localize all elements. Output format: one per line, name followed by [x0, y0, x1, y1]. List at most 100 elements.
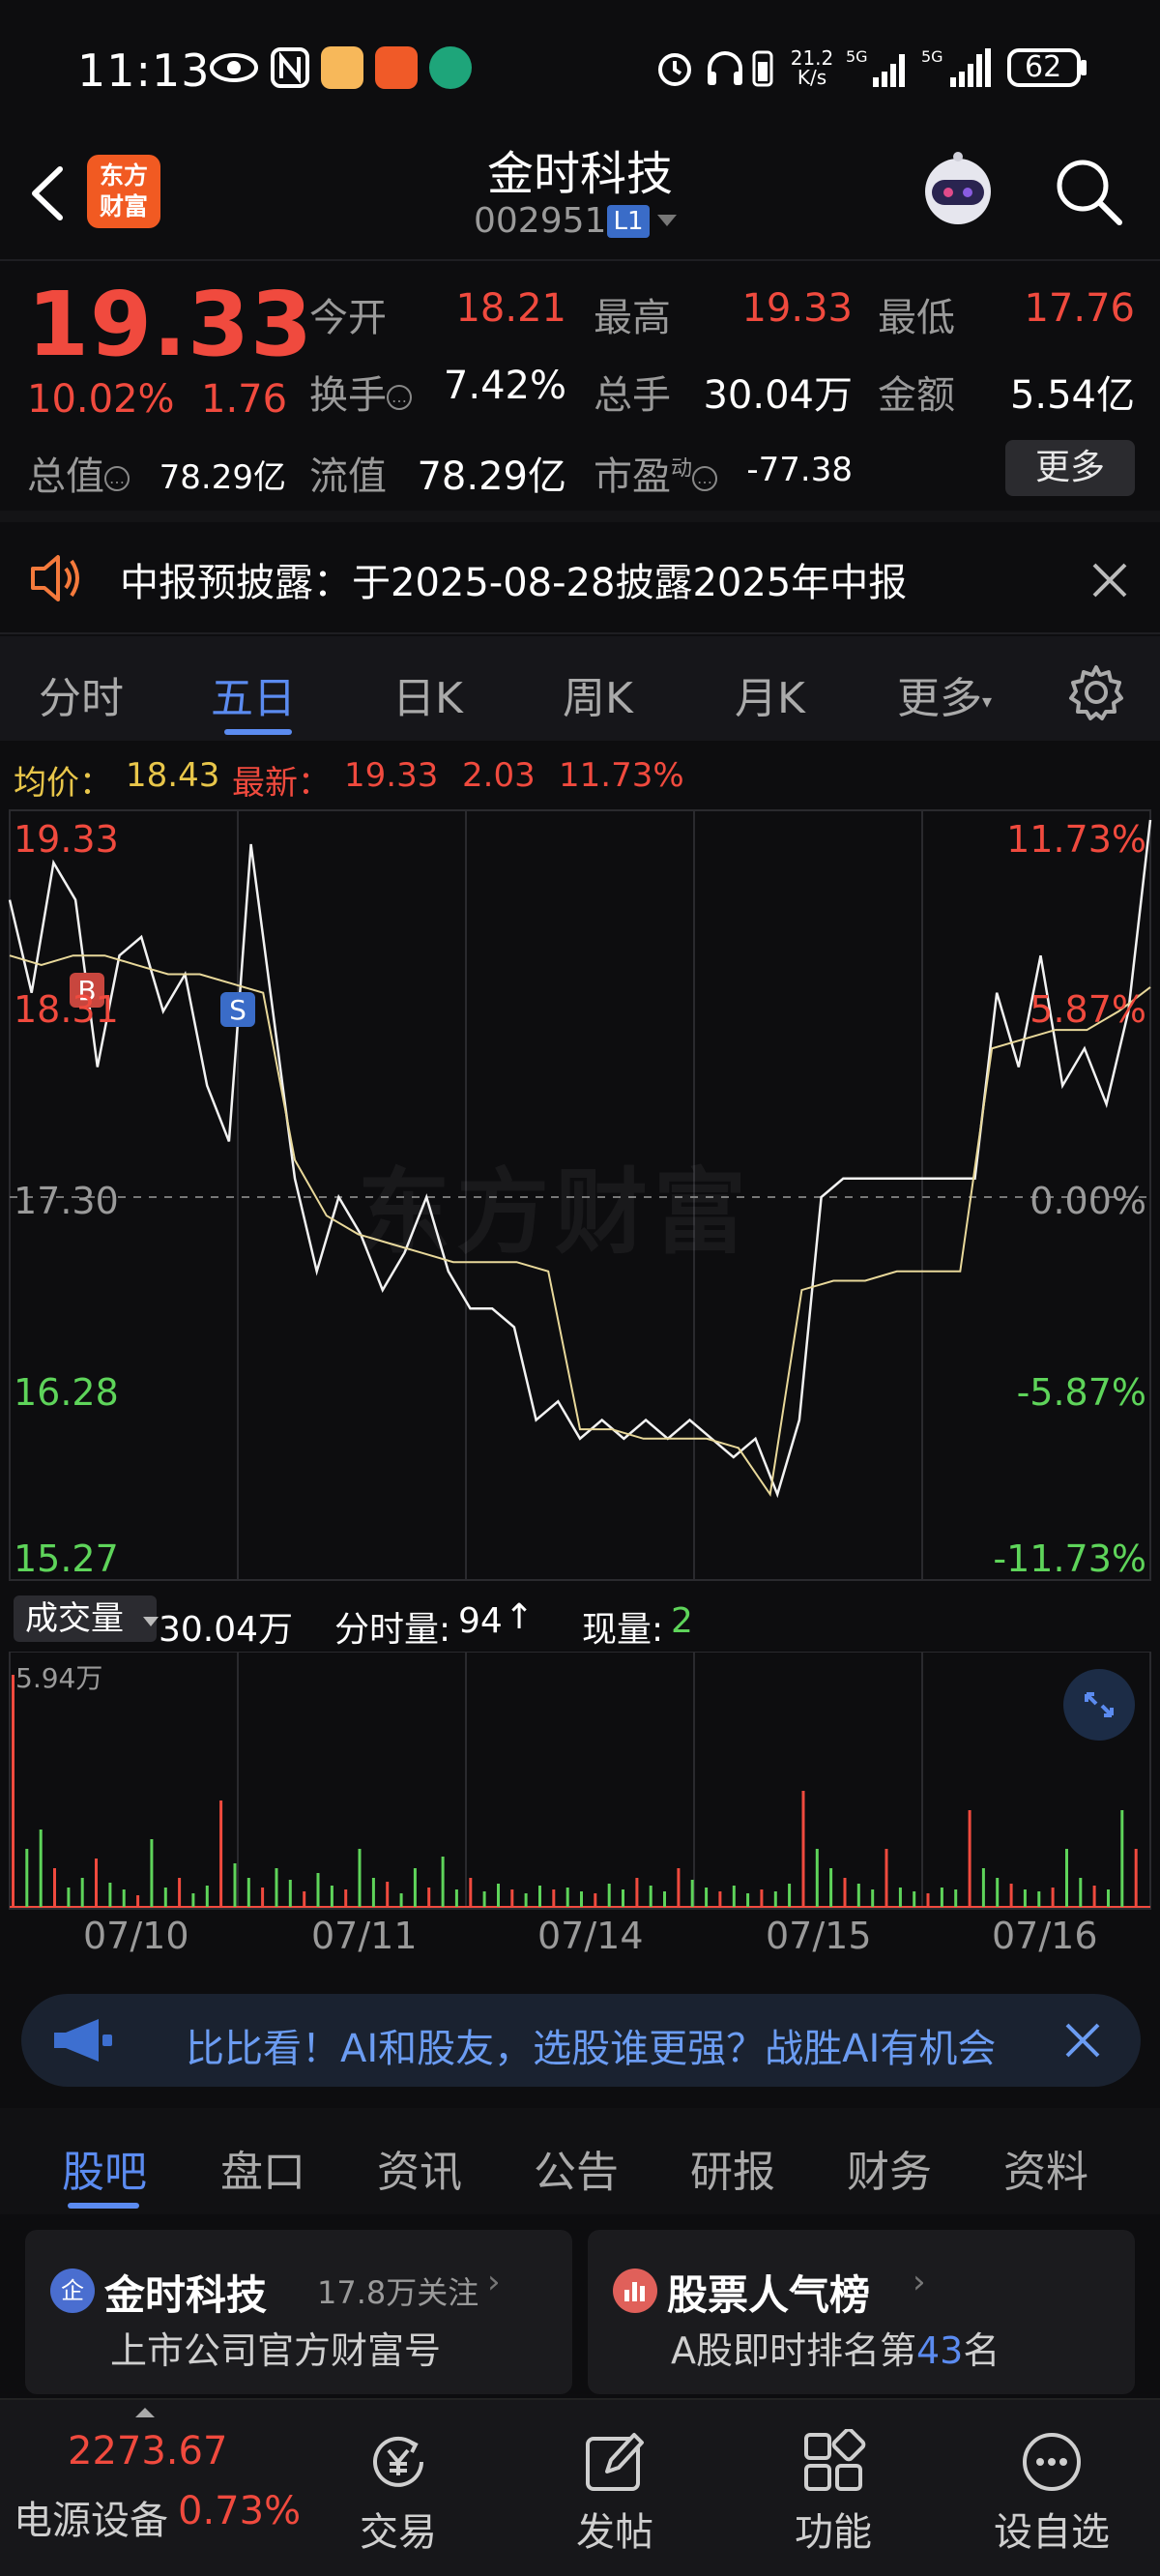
y-left-tick: 18.31	[14, 988, 119, 1031]
close-icon[interactable]	[1088, 559, 1131, 601]
pe-value: -77.38	[746, 451, 853, 489]
volume-bar	[594, 1893, 597, 1907]
ai-robot-icon[interactable]	[914, 149, 1001, 236]
volume-frame	[9, 1651, 1151, 1910]
app-icon-1	[321, 46, 363, 89]
volume-bar	[441, 1857, 445, 1907]
expand-icon[interactable]	[1063, 1669, 1135, 1741]
yuan-exchange-icon	[365, 2429, 431, 2495]
rank-number: 43	[916, 2329, 964, 2372]
volume-bar	[760, 1889, 764, 1907]
gear-icon[interactable]	[1067, 663, 1125, 721]
ad-banner[interactable]: 比比看！AI和股友，选股谁更强？战胜AI有机会	[21, 1994, 1141, 2087]
notice-bar[interactable]: 中报预披露：于2025-08-28披露2025年中报	[0, 522, 1160, 634]
tab-monthly-k[interactable]: 月K	[735, 663, 805, 725]
volume-bar	[690, 1880, 694, 1907]
battery-level: 62	[1025, 50, 1062, 84]
date-label: 07/16	[992, 1915, 1098, 1957]
card-title: 股票人气榜	[667, 2271, 871, 2319]
company-account-card[interactable]: 企 金时科技 17.8万关注 › 上市公司官方财富号	[25, 2230, 572, 2394]
mktcap-label-text: 总值	[27, 454, 104, 499]
nav-functions[interactable]: 功能	[737, 2400, 930, 2576]
tab-weekly-k[interactable]: 周K	[563, 663, 633, 725]
volume-bar	[108, 1883, 112, 1907]
nav-trade[interactable]: 交易	[302, 2400, 495, 2576]
tab-research[interactable]: 研报	[690, 2137, 775, 2199]
nav-add-watchlist[interactable]: 设自选	[955, 2400, 1148, 2576]
info-icon[interactable]: …	[104, 466, 130, 491]
volume-bar	[191, 1893, 195, 1907]
sector-index[interactable]: 2273.67 电源设备 0.73%	[0, 2400, 301, 2576]
volume-bar	[677, 1868, 681, 1907]
volume-bar	[1037, 1891, 1041, 1907]
close-icon[interactable]	[1061, 2019, 1104, 2062]
volume-bar	[39, 1830, 43, 1907]
ad-text[interactable]: 比比看！AI和股友，选股谁更强？战胜AI有机会	[186, 2017, 996, 2073]
tab-intraday[interactable]: 分时	[39, 663, 124, 725]
volume-bar	[53, 1868, 56, 1907]
volume-bar	[746, 1893, 750, 1907]
tab-five-day[interactable]: 五日	[211, 663, 296, 725]
nav-post[interactable]: 发帖	[518, 2400, 711, 2576]
volume-bar	[1134, 1849, 1138, 1907]
volume-bar	[981, 1868, 985, 1907]
eye-icon	[207, 46, 261, 89]
tab-forum[interactable]: 股吧	[62, 2137, 147, 2199]
app-icon-3	[429, 46, 472, 89]
edit-icon	[582, 2429, 648, 2495]
change-percent: 10.02%	[27, 377, 175, 422]
avg-label: 均价：	[14, 764, 112, 803]
volume-total: 30.04万	[159, 1610, 294, 1650]
notice-text[interactable]: 中报预披露：于2025-08-28披露2025年中报	[120, 551, 907, 607]
volume-bar	[427, 1888, 431, 1907]
followers-count: 17.8万关注	[317, 2274, 479, 2311]
volume-bar	[788, 1884, 792, 1907]
volume-bar	[566, 1888, 569, 1907]
chevron-down-icon[interactable]	[657, 215, 677, 226]
tab-profile[interactable]: 资料	[1003, 2137, 1088, 2199]
volume-bar	[344, 1889, 348, 1907]
volume-chart[interactable]: 5.94万	[0, 1651, 1160, 1913]
more-button[interactable]: 更多	[1005, 440, 1135, 496]
volume-bar	[95, 1859, 98, 1907]
rank-suffix: 名	[963, 2329, 1000, 2372]
volume-bar	[1079, 1878, 1083, 1907]
y-right-tick: 0.00%	[1030, 1180, 1146, 1222]
search-icon[interactable]	[1050, 153, 1127, 230]
popularity-rank-card[interactable]: 股票人气榜 › A股即时排名第43名	[588, 2230, 1135, 2394]
watermark: 东方财富	[358, 1158, 752, 1267]
high-label: 最高	[594, 296, 671, 340]
caret-down-icon: ▾	[982, 689, 993, 713]
volume-canvas	[9, 1651, 1151, 1910]
stock-header: 东方 财富 金时科技 002951 L1	[0, 135, 1160, 261]
tab-orderbook[interactable]: 盘口	[220, 2137, 305, 2199]
tab-daily-k[interactable]: 日K	[392, 663, 463, 725]
nfc-icon	[269, 46, 311, 89]
volume-bar	[524, 1893, 528, 1907]
tab-announcements[interactable]: 公告	[534, 2137, 619, 2199]
level-badge[interactable]: L1	[607, 205, 650, 238]
card-subtitle: 上市公司官方财富号	[110, 2329, 442, 2372]
indicator-select[interactable]: 成交量	[14, 1595, 159, 1642]
volume-bar	[454, 1889, 458, 1907]
info-icon[interactable]: …	[387, 385, 412, 410]
volume-bar	[968, 1810, 972, 1907]
amount-value: 5.54亿	[1009, 373, 1135, 418]
tab-news[interactable]: 资讯	[377, 2137, 462, 2199]
signal-icon: 5G	[845, 46, 913, 89]
tick-volume-value: 94	[458, 1601, 503, 1641]
stock-code[interactable]: 002951	[474, 201, 606, 241]
y-left-tick: 16.28	[14, 1371, 119, 1414]
tab-financials[interactable]: 财务	[847, 2137, 932, 2199]
volume-bar	[316, 1873, 320, 1907]
volume-max-label: 5.94万	[15, 1662, 103, 1694]
date-label: 07/15	[766, 1915, 872, 1957]
five-day-chart[interactable]: BS 19.33 18.31 17.30 16.28 15.27 11.73% …	[0, 808, 1160, 1586]
nav-label: 交易	[360, 2510, 437, 2555]
info-icon[interactable]: …	[692, 466, 718, 491]
tab-more[interactable]: 更多▾	[897, 663, 992, 725]
volume-bar	[261, 1888, 265, 1907]
volume-bar	[246, 1878, 250, 1907]
pe-label: 市盈动…	[594, 445, 718, 501]
nav-label: 功能	[795, 2510, 872, 2555]
